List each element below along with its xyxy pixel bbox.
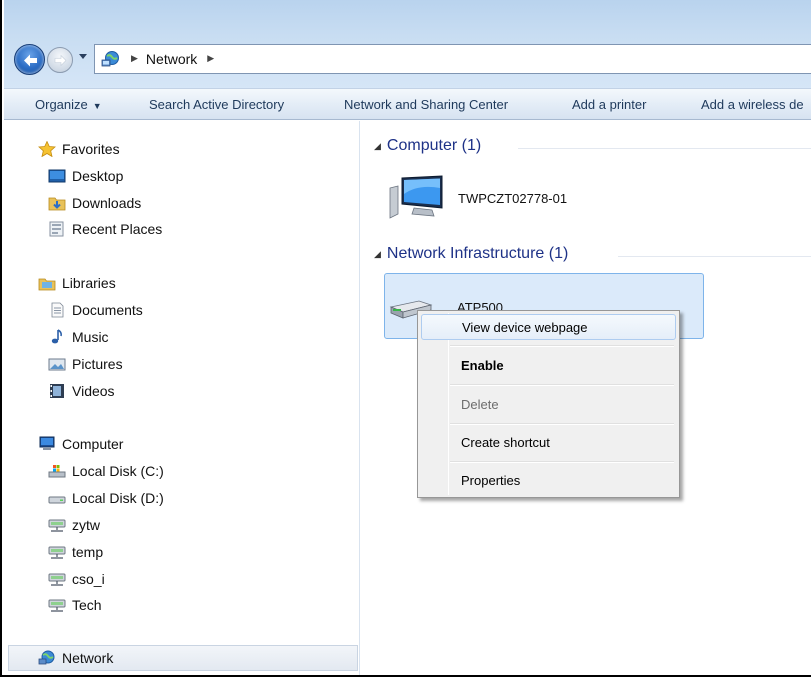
menu-item-view-device-webpage[interactable]: View device webpage: [421, 314, 676, 340]
nav-music[interactable]: Music: [48, 329, 109, 345]
explorer-window: ▶ Network ▶ Organize ▼ Search Active Dire…: [0, 0, 811, 677]
network-drive-icon: [48, 519, 66, 532]
network-sharing-center-button[interactable]: Network and Sharing Center: [344, 97, 508, 112]
back-arrow-icon: [24, 54, 37, 67]
nav-label: Pictures: [72, 356, 123, 372]
group-title: Computer (1): [386, 137, 482, 154]
nav-label: Local Disk (C:): [72, 463, 164, 479]
address-bar[interactable]: ▶ Network ▶: [94, 44, 811, 74]
add-wireless-device-button[interactable]: Add a wireless de: [701, 97, 804, 112]
menu-item-delete: Delete: [461, 396, 499, 412]
group-divider: [618, 256, 811, 257]
navigation-pane: Favorites Desktop Downloads Recent Place…: [4, 121, 360, 675]
videos-icon: [50, 384, 64, 398]
recent-pages-dropdown-icon[interactable]: [78, 53, 88, 61]
organize-label: Organize: [35, 97, 88, 112]
system-drive-icon: [48, 465, 66, 478]
group-title: Network Infrastructure (1): [386, 245, 569, 262]
menu-item-create-shortcut[interactable]: Create shortcut: [421, 429, 676, 455]
nav-drive-zytw[interactable]: zytw: [48, 517, 100, 533]
nav-label: Documents: [72, 302, 143, 318]
nav-pictures[interactable]: Pictures: [48, 356, 123, 372]
recent-places-icon: [49, 221, 64, 237]
network-drive-icon: [48, 573, 66, 586]
downloads-folder-icon: [48, 197, 66, 211]
nav-label: Network: [62, 650, 114, 666]
command-bar: Organize ▼ Search Active Directory Networ…: [4, 88, 811, 120]
nav-local-disk-d[interactable]: Local Disk (D:): [48, 490, 164, 506]
network-icon: [101, 51, 119, 67]
collapse-triangle-icon: ◢: [374, 248, 381, 259]
nav-documents[interactable]: Documents: [48, 302, 143, 318]
menu-separator: [450, 461, 674, 463]
network-icon: [38, 650, 55, 665]
menu-item-enable[interactable]: Enable: [421, 352, 676, 378]
nav-label: Computer: [62, 436, 124, 452]
nav-label: Local Disk (D:): [72, 490, 164, 506]
nav-label: temp: [72, 544, 104, 560]
chevron-down-icon: ▼: [92, 101, 102, 111]
nav-drive-temp[interactable]: temp: [48, 544, 103, 560]
nav-recent-places[interactable]: Recent Places: [48, 221, 162, 237]
nav-label: Libraries: [62, 275, 116, 291]
nav-label: Recent Places: [72, 221, 163, 237]
network-drive-icon: [48, 599, 66, 612]
nav-desktop[interactable]: Desktop: [48, 168, 123, 184]
collapse-triangle-icon: ◢: [374, 140, 381, 151]
nav-label: Downloads: [72, 195, 142, 211]
nav-computer[interactable]: Computer: [38, 436, 123, 452]
forward-arrow-icon: [54, 54, 67, 67]
computer-icon: [389, 175, 443, 219]
desktop-icon: [48, 169, 66, 183]
search-active-directory-button[interactable]: Search Active Directory: [149, 97, 284, 112]
nav-libraries[interactable]: Libraries: [38, 275, 116, 291]
menu-separator: [450, 345, 674, 347]
forward-button[interactable]: [47, 47, 73, 73]
breadcrumb-separator-icon[interactable]: ▶: [207, 54, 214, 64]
drive-icon: [48, 496, 66, 504]
nav-label: Videos: [72, 383, 115, 399]
breadcrumb-separator-icon[interactable]: ▶: [131, 54, 138, 64]
nav-drive-cso[interactable]: cso_i: [48, 571, 105, 587]
nav-label: Music: [72, 329, 109, 345]
nav-label: cso_i: [72, 571, 105, 587]
back-button[interactable]: [14, 44, 45, 75]
breadcrumb-network[interactable]: Network: [146, 51, 197, 67]
nav-videos[interactable]: Videos: [48, 383, 115, 399]
nav-label: Favorites: [62, 141, 120, 157]
group-header-network-infrastructure[interactable]: ◢ Network Infrastructure (1): [374, 245, 568, 263]
add-printer-button[interactable]: Add a printer: [572, 97, 646, 112]
pictures-icon: [48, 358, 66, 371]
documents-icon: [51, 302, 64, 318]
group-header-computer[interactable]: ◢ Computer (1): [374, 137, 481, 155]
nav-label: zytw: [72, 517, 100, 533]
context-menu: View device webpage Enable Delete Create…: [417, 310, 680, 498]
group-divider: [518, 148, 811, 149]
menu-separator: [450, 384, 674, 386]
menu-item-properties[interactable]: Properties: [421, 467, 676, 493]
nav-local-disk-c[interactable]: Local Disk (C:): [48, 463, 164, 479]
nav-network[interactable]: Network: [38, 650, 113, 666]
star-icon: [38, 141, 56, 157]
organize-button[interactable]: Organize ▼: [35, 97, 102, 112]
network-drive-icon: [48, 546, 66, 559]
nav-favorites[interactable]: Favorites: [38, 141, 120, 157]
nav-label: Tech: [72, 597, 102, 613]
computer-icon: [39, 436, 55, 450]
libraries-icon: [38, 278, 56, 291]
nav-downloads[interactable]: Downloads: [48, 195, 141, 211]
music-note-icon: [51, 329, 62, 344]
nav-label: Desktop: [72, 168, 124, 184]
nav-drive-tech[interactable]: Tech: [48, 597, 102, 613]
computer-item-label[interactable]: TWPCZT02778-01: [458, 191, 567, 206]
menu-separator: [450, 423, 674, 425]
